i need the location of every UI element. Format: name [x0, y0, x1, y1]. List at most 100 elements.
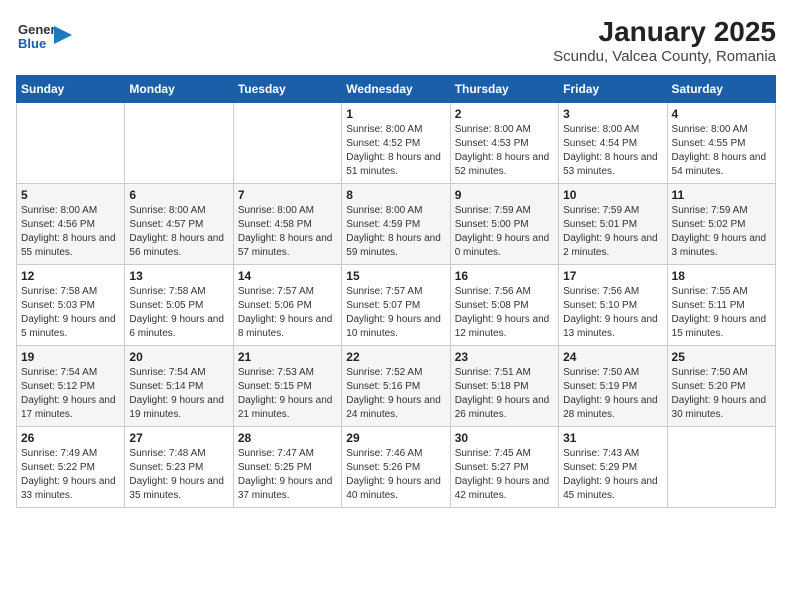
calendar-cell: 5Sunrise: 8:00 AM Sunset: 4:56 PM Daylig… — [17, 184, 125, 265]
calendar-header: SundayMondayTuesdayWednesdayThursdayFrid… — [17, 76, 776, 103]
day-info: Sunrise: 8:00 AM Sunset: 4:55 PM Dayligh… — [672, 123, 771, 179]
day-info: Sunrise: 7:55 AM Sunset: 5:11 PM Dayligh… — [672, 285, 771, 341]
calendar-cell: 28 Sunrise: 7:47 AM Sunset: 5:25 PM Dayli… — [233, 427, 341, 508]
weekday-header-thursday: Thursday — [450, 76, 558, 103]
calendar-week-1: 1 Sunrise: 8:00 AM Sunset: 4:52 PM Daylig… — [17, 103, 776, 184]
weekday-header-saturday: Saturday — [667, 76, 775, 103]
day-number: 1 — [346, 107, 445, 121]
day-number: 29 — [346, 431, 445, 445]
calendar-cell: 4 Sunrise: 8:00 AM Sunset: 4:55 PM Daylig… — [667, 103, 775, 184]
day-number: 7 — [238, 188, 337, 202]
day-number: 21 — [238, 350, 337, 364]
calendar-cell: 14Sunrise: 7:57 AM Sunset: 5:06 PM Dayli… — [233, 265, 341, 346]
day-number: 3 — [563, 107, 662, 121]
calendar-cell: 29Sunrise: 7:46 AM Sunset: 5:26 PM Dayli… — [342, 427, 450, 508]
weekday-header-sunday: Sunday — [17, 76, 125, 103]
calendar-week-5: 26 Sunrise: 7:49 AM Sunset: 5:22 PM Dayli… — [17, 427, 776, 508]
day-info: Sunrise: 7:52 AM Sunset: 5:16 PM Dayligh… — [346, 366, 445, 422]
calendar-cell: 20 Sunrise: 7:54 AM Sunset: 5:14 PM Dayli… — [125, 346, 233, 427]
day-info: Sunrise: 7:50 AM Sunset: 5:19 PM Dayligh… — [563, 366, 662, 422]
day-number: 27 — [129, 431, 228, 445]
day-info: Sunrise: 7:47 AM Sunset: 5:25 PM Dayligh… — [238, 447, 337, 503]
day-info: Sunrise: 7:54 AM Sunset: 5:12 PM Dayligh… — [21, 366, 120, 422]
calendar-cell — [17, 103, 125, 184]
calendar-body: 1 Sunrise: 8:00 AM Sunset: 4:52 PM Daylig… — [17, 103, 776, 508]
calendar-cell: 7 Sunrise: 8:00 AM Sunset: 4:58 PM Daylig… — [233, 184, 341, 265]
day-number: 24 — [563, 350, 662, 364]
calendar-week-3: 12 Sunrise: 7:58 AM Sunset: 5:03 PM Dayli… — [17, 265, 776, 346]
weekday-header-monday: Monday — [125, 76, 233, 103]
day-info: Sunrise: 7:57 AM Sunset: 5:07 PM Dayligh… — [346, 285, 445, 341]
day-number: 6 — [129, 188, 228, 202]
day-number: 18 — [672, 269, 771, 283]
day-info: Sunrise: 7:51 AM Sunset: 5:18 PM Dayligh… — [455, 366, 554, 422]
calendar-cell: 13 Sunrise: 7:58 AM Sunset: 5:05 PM Dayli… — [125, 265, 233, 346]
calendar-table: SundayMondayTuesdayWednesdayThursdayFrid… — [16, 75, 776, 508]
calendar-cell: 26 Sunrise: 7:49 AM Sunset: 5:22 PM Dayli… — [17, 427, 125, 508]
calendar-cell — [125, 103, 233, 184]
day-number: 28 — [238, 431, 337, 445]
page-title: January 2025 — [553, 16, 776, 48]
day-number: 11 — [672, 188, 771, 202]
day-info: Sunrise: 7:56 AM Sunset: 5:08 PM Dayligh… — [455, 285, 554, 341]
day-number: 12 — [21, 269, 120, 283]
calendar-cell: 25 Sunrise: 7:50 AM Sunset: 5:20 PM Dayli… — [667, 346, 775, 427]
calendar-cell: 3 Sunrise: 8:00 AM Sunset: 4:54 PM Daylig… — [559, 103, 667, 184]
calendar-cell: 6 Sunrise: 8:00 AM Sunset: 4:57 PM Daylig… — [125, 184, 233, 265]
day-info: Sunrise: 7:58 AM Sunset: 5:03 PM Dayligh… — [21, 285, 120, 341]
day-number: 25 — [672, 350, 771, 364]
day-info: Sunrise: 7:43 AM Sunset: 5:29 PM Dayligh… — [563, 447, 662, 503]
day-info: Sunrise: 7:56 AM Sunset: 5:10 PM Dayligh… — [563, 285, 662, 341]
logo: General Blue — [16, 16, 76, 54]
day-info: Sunrise: 7:59 AM Sunset: 5:01 PM Dayligh… — [563, 204, 662, 260]
day-info: Sunrise: 8:00 AM Sunset: 4:58 PM Dayligh… — [238, 204, 337, 260]
day-number: 17 — [563, 269, 662, 283]
calendar-cell: 27Sunrise: 7:48 AM Sunset: 5:23 PM Dayli… — [125, 427, 233, 508]
title-area: January 2025 Scundu, Valcea County, Roma… — [553, 16, 776, 65]
weekday-header-tuesday: Tuesday — [233, 76, 341, 103]
day-number: 22 — [346, 350, 445, 364]
calendar-cell: 19 Sunrise: 7:54 AM Sunset: 5:12 PM Dayli… — [17, 346, 125, 427]
day-info: Sunrise: 7:50 AM Sunset: 5:20 PM Dayligh… — [672, 366, 771, 422]
weekday-header-wednesday: Wednesday — [342, 76, 450, 103]
day-info: Sunrise: 7:54 AM Sunset: 5:14 PM Dayligh… — [129, 366, 228, 422]
calendar-cell: 15 Sunrise: 7:57 AM Sunset: 5:07 PM Dayli… — [342, 265, 450, 346]
calendar-cell — [667, 427, 775, 508]
page-header: General Blue January 2025 Scundu, Valcea… — [16, 16, 776, 65]
day-info: Sunrise: 7:59 AM Sunset: 5:00 PM Dayligh… — [455, 204, 554, 260]
day-number: 20 — [129, 350, 228, 364]
day-number: 31 — [563, 431, 662, 445]
calendar-cell: 1 Sunrise: 8:00 AM Sunset: 4:52 PM Daylig… — [342, 103, 450, 184]
day-number: 26 — [21, 431, 120, 445]
day-info: Sunrise: 8:00 AM Sunset: 4:56 PM Dayligh… — [21, 204, 120, 260]
day-number: 13 — [129, 269, 228, 283]
calendar-cell: 2 Sunrise: 8:00 AM Sunset: 4:53 PM Daylig… — [450, 103, 558, 184]
day-info: Sunrise: 7:49 AM Sunset: 5:22 PM Dayligh… — [21, 447, 120, 503]
calendar-cell: 11 Sunrise: 7:59 AM Sunset: 5:02 PM Dayli… — [667, 184, 775, 265]
calendar-cell: 17 Sunrise: 7:56 AM Sunset: 5:10 PM Dayli… — [559, 265, 667, 346]
calendar-week-2: 5Sunrise: 8:00 AM Sunset: 4:56 PM Daylig… — [17, 184, 776, 265]
calendar-cell: 23Sunrise: 7:51 AM Sunset: 5:18 PM Dayli… — [450, 346, 558, 427]
calendar-cell: 30Sunrise: 7:45 AM Sunset: 5:27 PM Dayli… — [450, 427, 558, 508]
day-number: 19 — [21, 350, 120, 364]
day-info: Sunrise: 8:00 AM Sunset: 4:57 PM Dayligh… — [129, 204, 228, 260]
day-number: 9 — [455, 188, 554, 202]
calendar-cell: 12 Sunrise: 7:58 AM Sunset: 5:03 PM Dayli… — [17, 265, 125, 346]
day-info: Sunrise: 7:58 AM Sunset: 5:05 PM Dayligh… — [129, 285, 228, 341]
logo-arrow-icon — [54, 24, 76, 46]
day-number: 10 — [563, 188, 662, 202]
day-info: Sunrise: 8:00 AM Sunset: 4:52 PM Dayligh… — [346, 123, 445, 179]
weekday-header-friday: Friday — [559, 76, 667, 103]
calendar-cell: 22 Sunrise: 7:52 AM Sunset: 5:16 PM Dayli… — [342, 346, 450, 427]
calendar-cell: 21Sunrise: 7:53 AM Sunset: 5:15 PM Dayli… — [233, 346, 341, 427]
calendar-week-4: 19 Sunrise: 7:54 AM Sunset: 5:12 PM Dayli… — [17, 346, 776, 427]
day-number: 4 — [672, 107, 771, 121]
page-subtitle: Scundu, Valcea County, Romania — [553, 48, 776, 65]
day-number: 2 — [455, 107, 554, 121]
calendar-cell: 18 Sunrise: 7:55 AM Sunset: 5:11 PM Dayli… — [667, 265, 775, 346]
day-info: Sunrise: 8:00 AM Sunset: 4:53 PM Dayligh… — [455, 123, 554, 179]
day-info: Sunrise: 8:00 AM Sunset: 4:54 PM Dayligh… — [563, 123, 662, 179]
day-number: 15 — [346, 269, 445, 283]
day-info: Sunrise: 7:45 AM Sunset: 5:27 PM Dayligh… — [455, 447, 554, 503]
day-info: Sunrise: 7:59 AM Sunset: 5:02 PM Dayligh… — [672, 204, 771, 260]
